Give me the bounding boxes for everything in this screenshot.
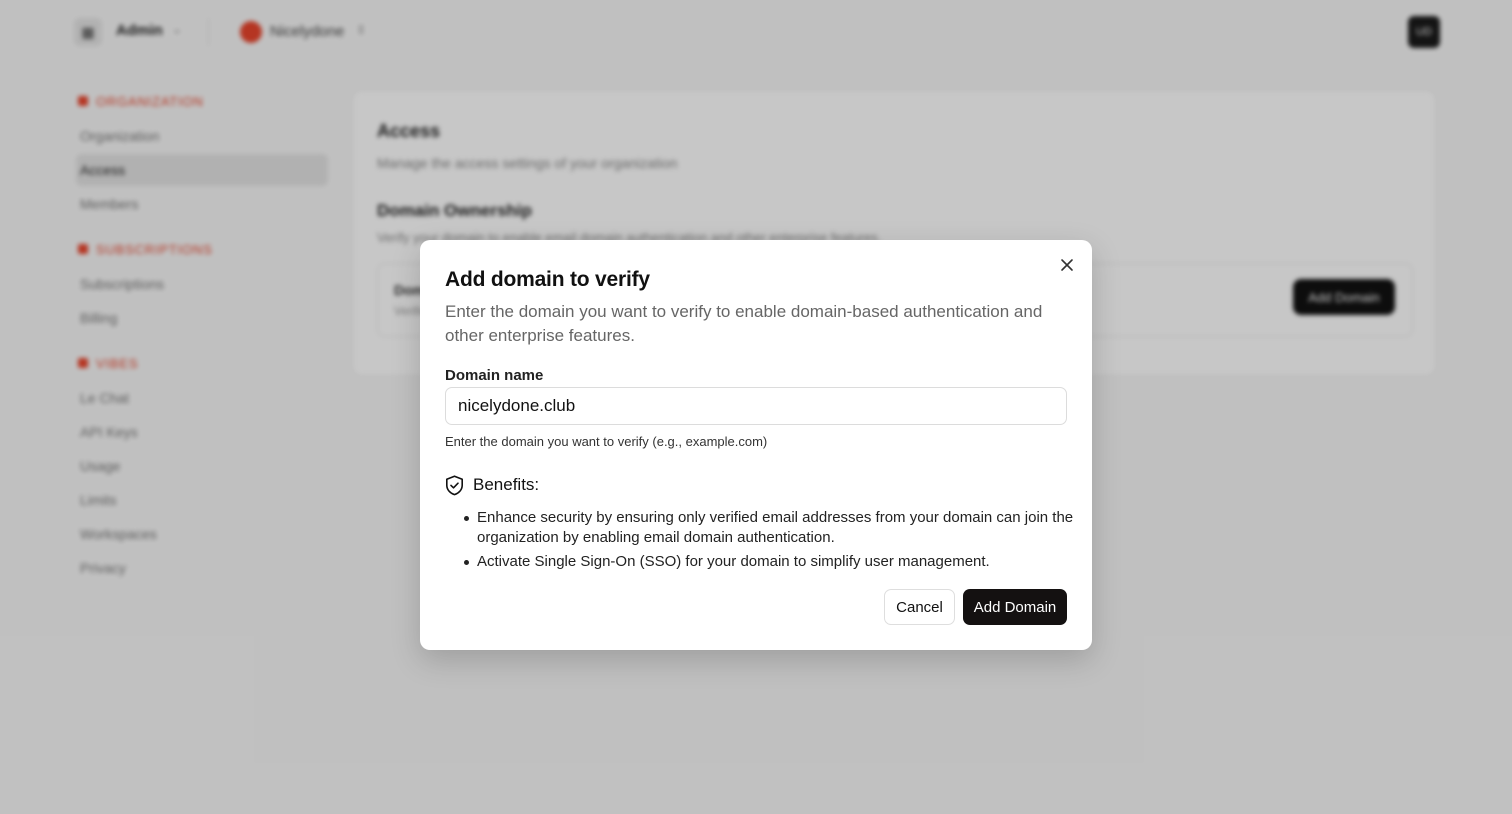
benefits-title: Benefits: [473,475,540,494]
list-item: Activate Single Sign-On (SSO) for your d… [464,552,1074,572]
domain-name-help: Enter the domain you want to verify (e.g… [445,434,768,449]
add-domain-button[interactable]: Add Domain [963,589,1067,625]
dialog-description: Enter the domain you want to verify to e… [445,302,1043,345]
domain-name-input[interactable] [445,387,1067,425]
benefits-list: Enhance security by ensuring only verifi… [464,508,1074,576]
close-icon[interactable] [1056,254,1078,276]
list-item: Enhance security by ensuring only verifi… [464,508,1074,548]
shield-check-icon [445,474,465,496]
domain-name-label: Domain name [445,367,544,384]
dialog-title: Add domain to verify [445,268,650,291]
benefits-header: Benefits: [445,474,539,496]
add-domain-dialog: Add domain to verify Enter the domain yo… [420,240,1092,650]
cancel-button[interactable]: Cancel [884,589,955,625]
